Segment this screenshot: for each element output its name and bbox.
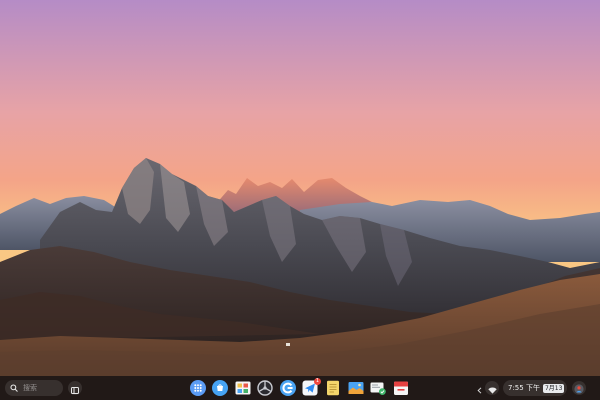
app-grid-icon [190, 380, 206, 396]
search-icon [9, 383, 19, 393]
wifi-icon [487, 379, 497, 398]
launcher-search-box[interactable]: 搜索 [5, 380, 63, 396]
calendar-app-button[interactable] [393, 380, 409, 396]
app-store-button[interactable] [212, 380, 228, 396]
gallery-app-button[interactable] [235, 380, 251, 396]
account-button[interactable] [572, 381, 586, 395]
steering-wheel-icon [257, 380, 273, 396]
desktop: 搜索 1 7:55 下午 7月13 [0, 0, 600, 400]
date-badge: 7月13 [542, 383, 565, 393]
search-placeholder: 搜索 [23, 383, 37, 392]
files-icon [370, 380, 386, 396]
notes-app-button[interactable] [325, 380, 341, 396]
overview-windows-icon [71, 379, 79, 398]
notification-badge: 1 [314, 378, 321, 385]
browser-icon [280, 380, 296, 396]
calendar-icon [393, 380, 409, 396]
steering-app-button[interactable] [257, 380, 273, 396]
browser-app-button[interactable] [280, 380, 296, 396]
app-launcher-button[interactable] [190, 380, 206, 396]
files-app-button[interactable] [370, 380, 386, 396]
gallery-icon [235, 380, 251, 396]
network-status-button[interactable] [485, 381, 499, 395]
notes-icon [325, 380, 341, 396]
photos-icon [348, 380, 364, 396]
shelf: 搜索 1 7:55 下午 7月13 [0, 376, 600, 400]
tray-expand-button[interactable] [474, 382, 484, 394]
clock-time: 7:55 下午 [508, 383, 540, 392]
status-area-button[interactable]: 7:55 下午 7月13 [503, 380, 567, 396]
chevron-left-icon [476, 379, 482, 398]
photos-app-button[interactable] [348, 380, 364, 396]
wallpaper-image [0, 0, 600, 400]
messenger-app-button[interactable]: 1 [302, 378, 321, 396]
store-icon [212, 380, 228, 396]
overview-button[interactable] [68, 381, 82, 395]
account-avatar-icon [574, 379, 584, 398]
